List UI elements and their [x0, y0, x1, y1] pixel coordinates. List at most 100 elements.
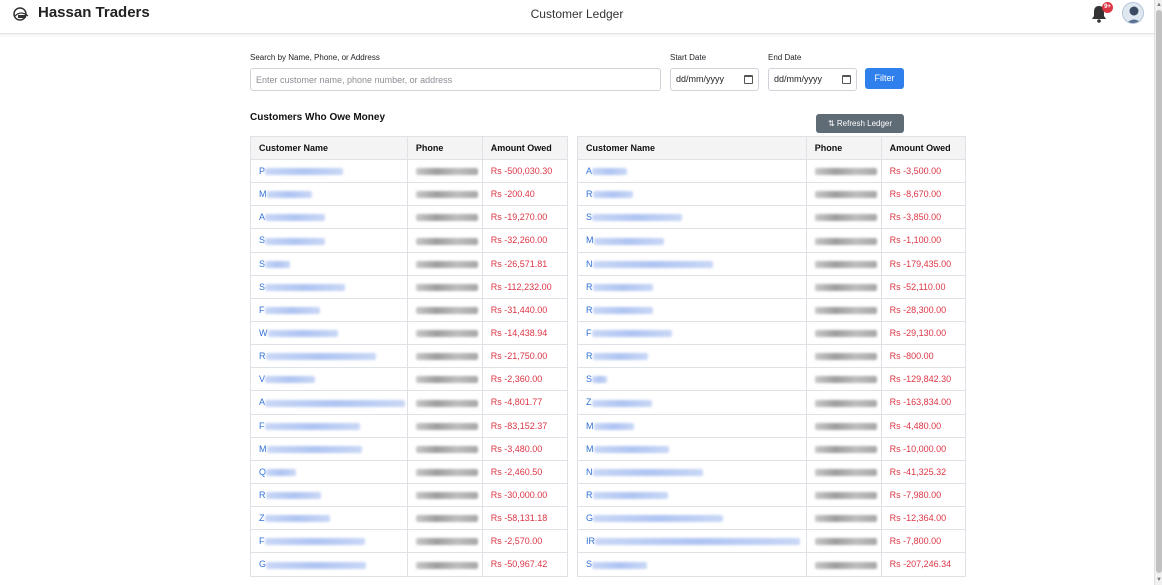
customer-name-initial[interactable]: F: [259, 421, 265, 431]
column-header-phone[interactable]: Phone: [805, 136, 882, 160]
customer-name-cell[interactable]: G: [577, 506, 807, 531]
customer-name-cell[interactable]: P: [250, 158, 408, 184]
table-row[interactable]: IR Rs -7,800.00: [577, 529, 967, 554]
customer-name-initial[interactable]: G: [259, 559, 266, 569]
customer-name-initial[interactable]: M: [259, 189, 267, 199]
table-row[interactable]: M Rs -1,100.00: [577, 228, 967, 253]
customer-name-cell[interactable]: S: [250, 274, 408, 299]
table-row[interactable]: R Rs -7,980.00: [577, 482, 967, 508]
table-row[interactable]: F Rs -2,570.00: [250, 529, 569, 554]
table-row[interactable]: S Rs -112,232.00: [250, 274, 569, 299]
customer-name-initial[interactable]: G: [586, 513, 593, 523]
scroll-down-icon[interactable]: ▼: [1155, 576, 1162, 584]
customer-name-initial[interactable]: Z: [586, 397, 592, 407]
column-header-phone[interactable]: Phone: [406, 136, 483, 160]
refresh-ledger-button[interactable]: ⇅ Refresh Ledger: [816, 114, 904, 133]
customer-name-initial[interactable]: R: [586, 490, 593, 500]
customer-name-cell[interactable]: A: [250, 205, 408, 230]
customer-name-cell[interactable]: S: [250, 228, 408, 253]
search-input[interactable]: [250, 68, 661, 91]
customer-name-cell[interactable]: S: [577, 205, 807, 230]
customer-name-cell[interactable]: M: [577, 436, 807, 461]
customer-name-initial[interactable]: Q: [259, 467, 266, 477]
customer-name-cell[interactable]: R: [577, 274, 807, 299]
customer-name-cell[interactable]: F: [250, 413, 408, 438]
customer-name-cell[interactable]: A: [250, 390, 408, 415]
customer-name-cell[interactable]: A: [577, 158, 807, 184]
table-row[interactable]: Z Rs -58,131.18: [250, 506, 569, 531]
table-row[interactable]: R Rs -8,670.00: [577, 182, 967, 207]
customer-name-cell[interactable]: R: [250, 344, 408, 369]
table-row[interactable]: S Rs -3,850.00: [577, 205, 967, 230]
customer-name-cell[interactable]: Z: [577, 390, 807, 415]
customer-name-initial[interactable]: R: [586, 305, 593, 315]
table-row[interactable]: M Rs -3,480.00: [250, 436, 569, 461]
customer-name-initial[interactable]: IR: [586, 536, 595, 546]
column-header-name[interactable]: Customer Name: [577, 136, 807, 160]
customer-name-initial[interactable]: F: [259, 305, 265, 315]
table-row[interactable]: F Rs -29,130.00: [577, 320, 967, 346]
filter-button[interactable]: Filter: [865, 68, 904, 89]
table-row[interactable]: R Rs -52,110.00: [577, 274, 967, 299]
table-row[interactable]: S Rs -32,260.00: [250, 228, 569, 253]
table-row[interactable]: S Rs -207,246.34: [577, 552, 967, 577]
customer-name-initial[interactable]: R: [586, 189, 593, 199]
customer-name-initial[interactable]: M: [259, 444, 267, 454]
customer-name-initial[interactable]: F: [259, 536, 265, 546]
table-row[interactable]: R Rs -30,000.00: [250, 482, 569, 508]
table-row[interactable]: P Rs -500,030.30: [250, 158, 569, 184]
customer-name-initial[interactable]: R: [259, 351, 266, 361]
customer-name-cell[interactable]: R: [577, 182, 807, 207]
table-row[interactable]: R Rs -28,300.00: [577, 297, 967, 322]
scroll-up-icon[interactable]: ▲: [1155, 1, 1162, 9]
customer-name-initial[interactable]: M: [586, 444, 594, 454]
customer-name-cell[interactable]: R: [577, 297, 807, 322]
calendar-icon[interactable]: [842, 75, 851, 84]
start-date-input[interactable]: dd/mm/yyyy: [670, 68, 759, 91]
end-date-input[interactable]: dd/mm/yyyy: [768, 68, 857, 91]
customer-name-cell[interactable]: S: [250, 251, 408, 276]
customer-name-initial[interactable]: M: [586, 235, 594, 245]
customer-name-initial[interactable]: F: [586, 328, 592, 338]
customer-name-cell[interactable]: R: [250, 482, 408, 508]
customer-name-initial[interactable]: N: [586, 467, 593, 477]
scrollbar[interactable]: ▲ ▼: [1154, 0, 1162, 585]
column-header-amount[interactable]: Amount Owed: [880, 136, 967, 160]
scrollbar-thumb[interactable]: [1156, 10, 1162, 573]
customer-name-cell[interactable]: Q: [250, 459, 408, 484]
customer-name-cell[interactable]: Z: [250, 506, 408, 531]
customer-name-initial[interactable]: N: [586, 259, 593, 269]
customer-name-cell[interactable]: R: [577, 344, 807, 369]
table-row[interactable]: R Rs -21,750.00: [250, 344, 569, 369]
customer-name-initial[interactable]: Z: [259, 513, 265, 523]
customer-name-cell[interactable]: F: [250, 529, 408, 554]
table-row[interactable]: S Rs -129,842.30: [577, 367, 967, 392]
customer-name-cell[interactable]: S: [577, 367, 807, 392]
table-row[interactable]: Z Rs -163,834.00: [577, 390, 967, 415]
customer-name-initial[interactable]: W: [259, 328, 268, 338]
customer-name-cell[interactable]: R: [577, 482, 807, 508]
table-row[interactable]: Q Rs -2,460.50: [250, 459, 569, 484]
table-row[interactable]: M Rs -4,480.00: [577, 413, 967, 438]
table-row[interactable]: W Rs -14,438.94: [250, 320, 569, 346]
column-header-name[interactable]: Customer Name: [250, 136, 408, 160]
table-row[interactable]: G Rs -12,364.00: [577, 506, 967, 531]
customer-name-cell[interactable]: V: [250, 367, 408, 392]
customer-name-cell[interactable]: W: [250, 320, 408, 346]
calendar-icon[interactable]: [744, 75, 753, 84]
table-row[interactable]: A Rs -4,801.77: [250, 390, 569, 415]
customer-name-initial[interactable]: R: [586, 351, 593, 361]
table-row[interactable]: S Rs -26,571.81: [250, 251, 569, 276]
avatar[interactable]: [1122, 2, 1144, 24]
customer-name-cell[interactable]: IR: [577, 529, 807, 554]
table-row[interactable]: A Rs -3,500.00: [577, 158, 967, 184]
customer-name-cell[interactable]: M: [250, 182, 408, 207]
table-row[interactable]: F Rs -83,152.37: [250, 413, 569, 438]
table-row[interactable]: N Rs -179,435.00: [577, 251, 967, 276]
table-row[interactable]: N Rs -41,325.32: [577, 459, 967, 484]
customer-name-cell[interactable]: M: [250, 436, 408, 461]
customer-name-initial[interactable]: M: [586, 421, 594, 431]
table-row[interactable]: R Rs -800.00: [577, 344, 967, 369]
customer-name-cell[interactable]: M: [577, 413, 807, 438]
column-header-amount[interactable]: Amount Owed: [481, 136, 569, 160]
